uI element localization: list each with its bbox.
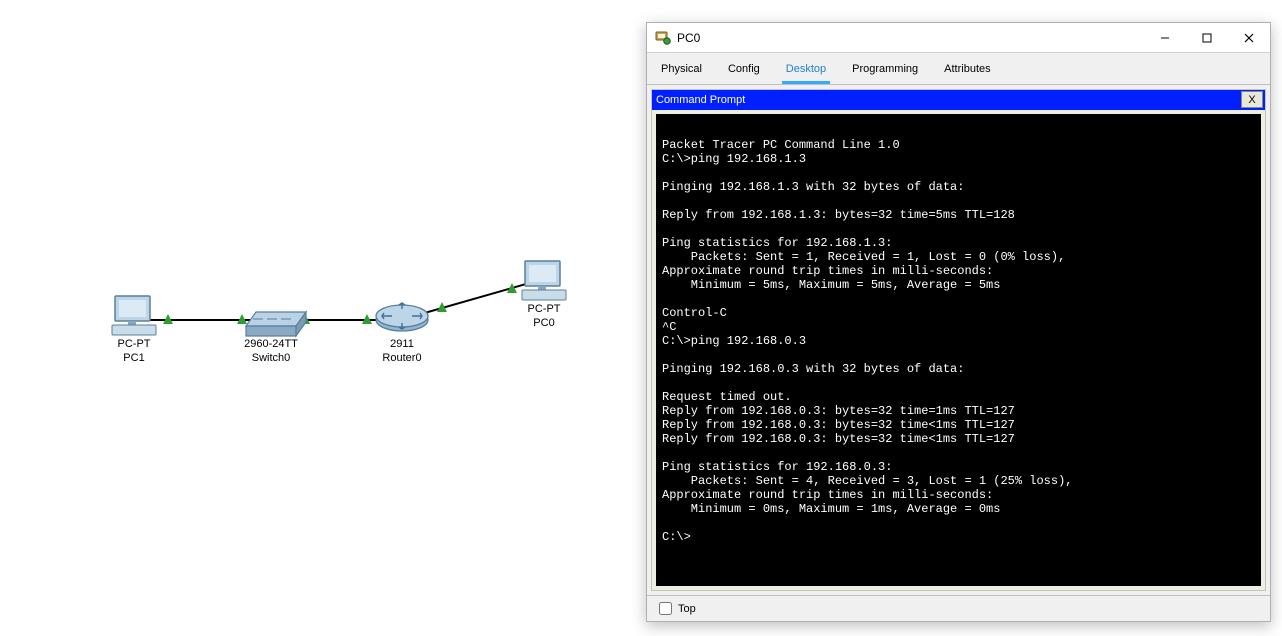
- link-light-icon: [163, 283, 517, 324]
- label-pc0-name: PC0: [533, 317, 554, 329]
- minimize-button[interactable]: [1144, 24, 1186, 52]
- label-pc1-type: PC-PT: [118, 338, 151, 350]
- tab-desktop[interactable]: Desktop: [782, 56, 830, 84]
- tab-programming[interactable]: Programming: [848, 56, 922, 84]
- label-switch0-name: Switch0: [252, 352, 291, 364]
- subwindow-titlebar[interactable]: Command Prompt X: [652, 90, 1265, 110]
- device-pc1[interactable]: [112, 296, 156, 335]
- tab-physical[interactable]: Physical: [657, 56, 706, 84]
- label-router0-name: Router0: [382, 352, 421, 364]
- label-router0: 2911 Router0: [362, 338, 442, 366]
- tab-bar: Physical Config Desktop Programming Attr…: [647, 53, 1270, 85]
- label-pc0-type: PC-PT: [528, 303, 561, 315]
- tab-attributes[interactable]: Attributes: [940, 56, 994, 84]
- topology-canvas[interactable]: PC-PT PC1 2960-24TT Switch0 2911 Router0…: [0, 0, 640, 636]
- tab-config[interactable]: Config: [724, 56, 764, 84]
- command-prompt-terminal[interactable]: Packet Tracer PC Command Line 1.0 C:\>pi…: [656, 114, 1261, 586]
- subwindow-title: Command Prompt: [656, 94, 745, 106]
- desktop-pane: Command Prompt X Packet Tracer PC Comman…: [651, 89, 1266, 591]
- titlebar[interactable]: PC0: [647, 23, 1270, 53]
- label-pc0: PC-PT PC0: [504, 303, 584, 331]
- label-router0-type: 2911: [390, 338, 414, 350]
- label-pc1-name: PC1: [123, 352, 144, 364]
- close-button[interactable]: [1228, 24, 1270, 52]
- device-switch0[interactable]: [246, 312, 306, 336]
- app-icon: [655, 30, 671, 46]
- pc0-window: PC0 Physical Config Desktop Programming …: [646, 22, 1271, 622]
- label-switch0-type: 2960-24TT: [244, 338, 298, 350]
- label-pc1: PC-PT PC1: [94, 338, 174, 366]
- label-switch0: 2960-24TT Switch0: [231, 338, 311, 366]
- device-pc0[interactable]: [522, 261, 566, 300]
- top-checkbox[interactable]: [659, 602, 672, 615]
- window-title: PC0: [677, 31, 700, 45]
- top-checkbox-label: Top: [678, 603, 696, 615]
- subwindow-close-button[interactable]: X: [1241, 91, 1263, 108]
- maximize-button[interactable]: [1186, 24, 1228, 52]
- bottom-bar: Top: [647, 595, 1270, 621]
- device-router0[interactable]: [376, 303, 428, 331]
